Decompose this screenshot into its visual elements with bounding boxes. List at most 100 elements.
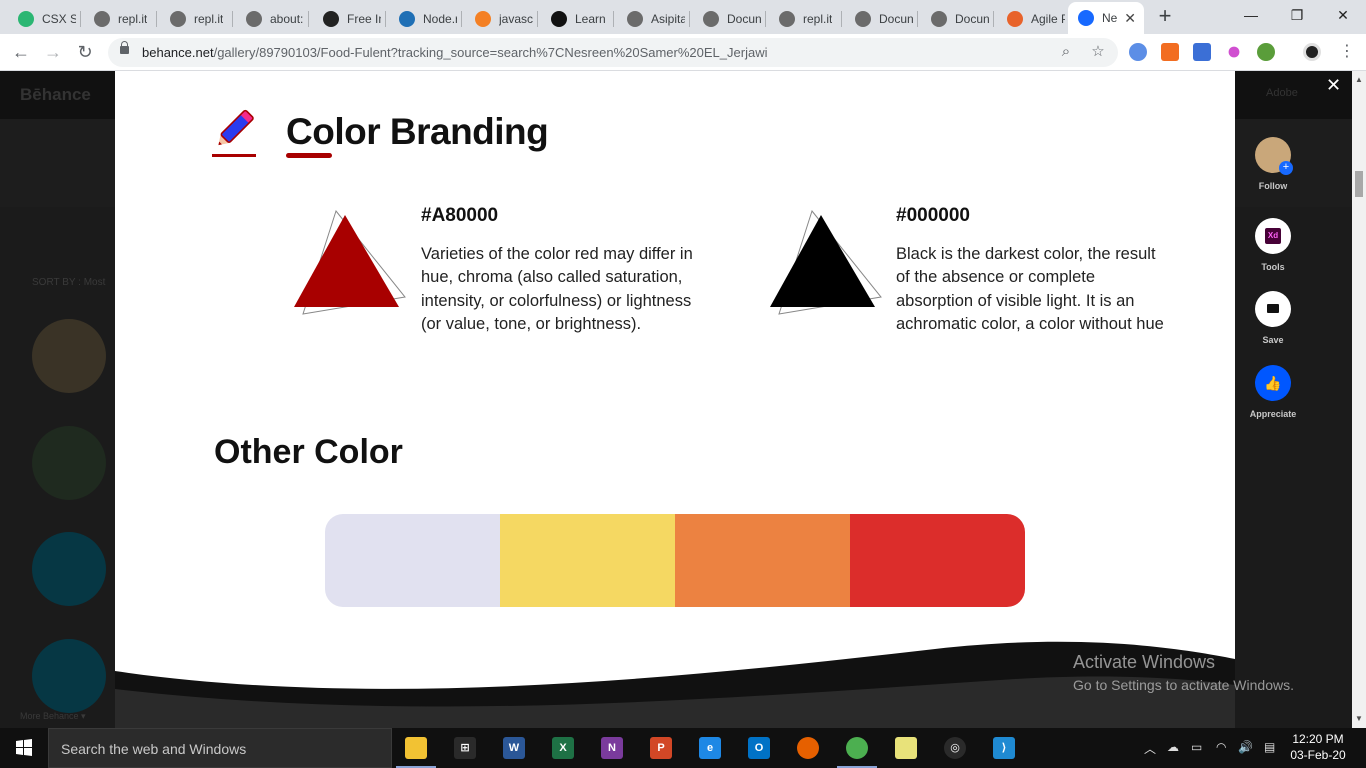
color-palette <box>325 514 1025 607</box>
browser-tab[interactable]: Agile P <box>997 5 1065 32</box>
globe-icon <box>246 10 262 27</box>
tab-separator <box>689 11 690 27</box>
red-triangle-swatch <box>294 209 406 315</box>
extension-icon[interactable] <box>1129 43 1147 61</box>
address-bar[interactable]: behance.net/gallery/89790103/Food-Fulent… <box>108 38 1118 67</box>
notifications-icon[interactable]: ▤ <box>1264 740 1275 754</box>
replit-icon <box>94 10 110 27</box>
lock-icon <box>120 41 129 54</box>
appreciate-button[interactable]: 👍 Appreciate <box>1248 365 1298 419</box>
scroll-up-arrow[interactable]: ▲ <box>1355 75 1363 84</box>
taskbar-app-excel[interactable]: X <box>539 728 587 768</box>
other-color-title: Other Color <box>214 433 403 471</box>
wifi-icon[interactable]: ◠ <box>1216 740 1226 754</box>
browser-tab[interactable]: Asipita <box>617 5 685 32</box>
chrome-icon <box>846 737 868 759</box>
taskbar-app-sticky-notes[interactable] <box>882 728 930 768</box>
stackoverflow-icon <box>475 10 491 27</box>
extension-icon[interactable] <box>1161 43 1179 61</box>
onedrive-icon[interactable]: ☁ <box>1167 740 1179 754</box>
volume-icon[interactable]: 🔊 <box>1238 740 1253 754</box>
taskbar-app-outlook[interactable]: O <box>735 728 783 768</box>
minimize-button[interactable]: — <box>1228 0 1274 32</box>
window-close-button[interactable]: ✕ <box>1320 0 1366 32</box>
tab-close-icon[interactable]: ✕ <box>1124 10 1136 27</box>
palette-chip <box>675 514 850 607</box>
browser-tab[interactable]: repl.it <box>769 5 837 32</box>
tab-separator <box>613 11 614 27</box>
taskbar-app-word[interactable]: W <box>490 728 538 768</box>
excel-icon: X <box>552 737 574 759</box>
taskbar-app-store[interactable]: ⊞ <box>441 728 489 768</box>
tab-strip: CSX St repl.it repl.it about: Free In Node.r j… <box>0 0 1366 34</box>
zoom-icon[interactable]: ⌕ <box>1056 42 1076 62</box>
browser-toolbar: ← → ↻ behance.net/gallery/89790103/Food-… <box>0 34 1366 71</box>
url-text[interactable]: behance.net/gallery/89790103/Food-Fulent… <box>142 45 767 60</box>
taskbar-app-firefox[interactable] <box>784 728 832 768</box>
page-viewport: Bēhance Adobe SORT BY : Most More Behanc… <box>0 71 1366 728</box>
taskbar-app-powerpoint[interactable]: P <box>637 728 685 768</box>
taskbar-app-groove-music[interactable]: ◎ <box>931 728 979 768</box>
profile-avatar[interactable] <box>1303 43 1321 61</box>
menu-icon[interactable]: ⋮ <box>1334 40 1360 66</box>
browser-tab[interactable]: Docun <box>921 5 989 32</box>
scroll-thumb[interactable] <box>1355 171 1363 197</box>
plus-icon: + <box>1279 161 1293 175</box>
extension-icon[interactable] <box>1193 43 1211 61</box>
maximize-button[interactable]: ❐ <box>1274 0 1320 32</box>
globe-icon <box>931 10 947 27</box>
tab-title: Docun <box>727 11 761 26</box>
forward-icon[interactable]: → <box>40 40 66 66</box>
xd-icon: Xd <box>1265 228 1281 244</box>
new-tab-button[interactable]: + <box>1152 4 1178 30</box>
browser-tab[interactable]: about: <box>236 5 304 32</box>
tab-title: Asipita <box>651 11 685 26</box>
swatch-description: Black is the darkest color, the result o… <box>896 245 1164 333</box>
avatar <box>32 319 106 393</box>
browser-tab[interactable]: Learn | <box>541 5 609 32</box>
browser-tab[interactable]: Ne ✕ <box>1068 2 1144 34</box>
scroll-down-arrow[interactable]: ▼ <box>1355 714 1363 723</box>
black-triangle-swatch <box>770 209 882 315</box>
taskbar-app-vscode[interactable]: ⟩ <box>980 728 1028 768</box>
globe-icon <box>855 10 871 27</box>
tools-button[interactable]: Xd Tools <box>1248 218 1298 272</box>
back-icon[interactable]: ← <box>8 40 34 66</box>
taskbar-app-chrome[interactable] <box>833 728 881 768</box>
browser-tab[interactable]: Docun <box>845 5 913 32</box>
reload-icon[interactable]: ↻ <box>72 40 98 66</box>
start-button[interactable] <box>0 728 48 768</box>
csx-icon <box>18 10 34 27</box>
outlook-icon: O <box>748 737 770 759</box>
close-icon[interactable]: ✕ <box>1326 75 1341 96</box>
extension-icon[interactable] <box>1257 43 1275 61</box>
browser-tab[interactable]: javascr <box>465 5 533 32</box>
browser-tab[interactable]: repl.it <box>160 5 228 32</box>
bookmark-star-icon[interactable]: ☆ <box>1088 42 1108 62</box>
clock[interactable]: 12:20 PM 03-Feb-20 <box>1284 731 1352 763</box>
battery-icon[interactable]: ▭ <box>1191 740 1202 754</box>
save-button[interactable]: Save <box>1248 291 1298 345</box>
folder-icon <box>1267 304 1279 313</box>
file-explorer-icon <box>405 737 427 759</box>
browser-tab[interactable]: CSX St <box>8 5 76 32</box>
browser-tab[interactable]: Node.r <box>389 5 457 32</box>
taskbar-search[interactable]: Search the web and Windows <box>48 728 392 768</box>
page-scrollbar[interactable]: ▲ ▼ <box>1352 71 1366 728</box>
browser-tab[interactable]: repl.it <box>84 5 152 32</box>
tray-chevron-icon[interactable]: ︿ <box>1144 740 1156 757</box>
taskbar-app-edge[interactable]: e <box>686 728 734 768</box>
tab-title: repl.it <box>118 11 148 26</box>
browser-tab[interactable]: Docun <box>693 5 761 32</box>
browser-tab[interactable]: Free In <box>313 5 381 32</box>
agile-icon <box>1007 10 1023 27</box>
thumbs-up-icon: 👍 <box>1255 365 1291 401</box>
extension-icon[interactable] <box>1228 46 1240 58</box>
project-modal: Color Branding #A80000 Varieties of the … <box>115 71 1235 728</box>
follow-button[interactable]: + Follow <box>1248 137 1298 191</box>
replit-icon <box>170 10 186 27</box>
taskbar-app-file-explorer[interactable] <box>392 728 440 768</box>
taskbar-app-onenote[interactable]: N <box>588 728 636 768</box>
activate-windows-subtitle: Go to Settings to activate Windows. <box>1073 677 1294 693</box>
more-behance-link: More Behance ▾ <box>20 711 86 721</box>
